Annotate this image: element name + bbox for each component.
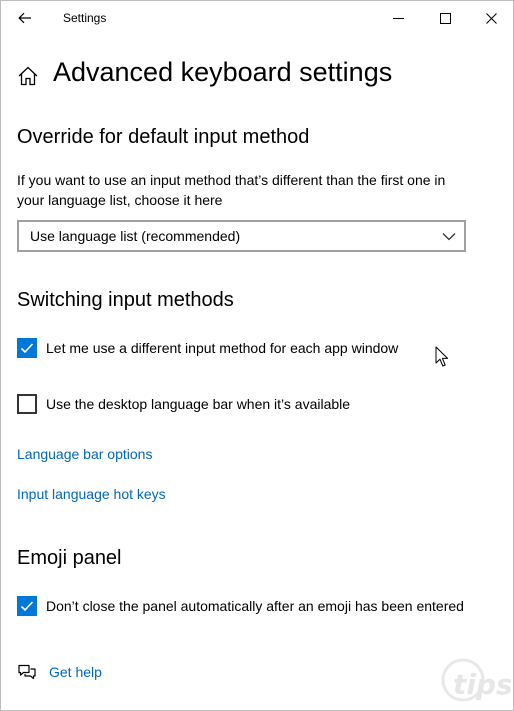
chevron-down-icon — [442, 233, 456, 241]
checkmark-icon — [20, 601, 34, 612]
get-help-link[interactable]: Get help — [17, 661, 102, 683]
title-bar: Settings — [1, 1, 513, 35]
checkmark-icon — [20, 343, 34, 354]
desktop-language-bar-label: Use the desktop language bar when it’s a… — [46, 396, 351, 412]
watermark-logo: tips — [441, 658, 511, 702]
minimize-icon — [392, 17, 404, 19]
emoji-keep-open-option[interactable]: Don’t close the panel automatically afte… — [17, 595, 464, 617]
minimize-button[interactable] — [375, 3, 421, 33]
desktop-language-bar-option[interactable]: Use the desktop language bar when it’s a… — [17, 393, 350, 415]
close-button[interactable] — [468, 3, 513, 33]
back-arrow-icon — [18, 12, 31, 24]
per-app-input-label: Let me use a different input method for … — [46, 340, 399, 356]
watermark-text: tips — [453, 668, 511, 701]
mouse-cursor-icon — [435, 346, 449, 367]
emoji-keep-open-label: Don’t close the panel automatically afte… — [46, 598, 464, 614]
window-title: Settings — [63, 11, 107, 25]
home-icon[interactable] — [17, 65, 39, 87]
language-bar-options-link[interactable]: Language bar options — [17, 446, 152, 462]
page-title: Advanced keyboard settings — [53, 57, 393, 87]
input-method-dropdown[interactable]: Use language list (recommended) — [17, 220, 466, 252]
per-app-input-checkbox[interactable] — [17, 338, 37, 358]
switching-heading: Switching input methods — [17, 289, 234, 311]
maximize-button[interactable] — [422, 3, 468, 33]
maximize-icon — [439, 12, 451, 24]
chat-help-icon — [18, 664, 36, 680]
settings-window: Settings Advanced keyboard settings Over… — [0, 0, 514, 711]
input-language-hot-keys-link[interactable]: Input language hot keys — [17, 486, 166, 502]
override-description: If you want to use an input method that’… — [17, 172, 446, 208]
emoji-heading: Emoji panel — [17, 547, 122, 569]
get-help-label: Get help — [49, 664, 102, 680]
override-heading: Override for default input method — [17, 126, 310, 148]
emoji-keep-open-checkbox[interactable] — [17, 596, 37, 616]
back-button[interactable] — [9, 3, 41, 33]
dropdown-selected-value: Use language list (recommended) — [30, 228, 241, 244]
per-app-input-option[interactable]: Let me use a different input method for … — [17, 337, 398, 359]
close-icon — [485, 12, 497, 24]
desktop-language-bar-checkbox[interactable] — [17, 394, 37, 414]
